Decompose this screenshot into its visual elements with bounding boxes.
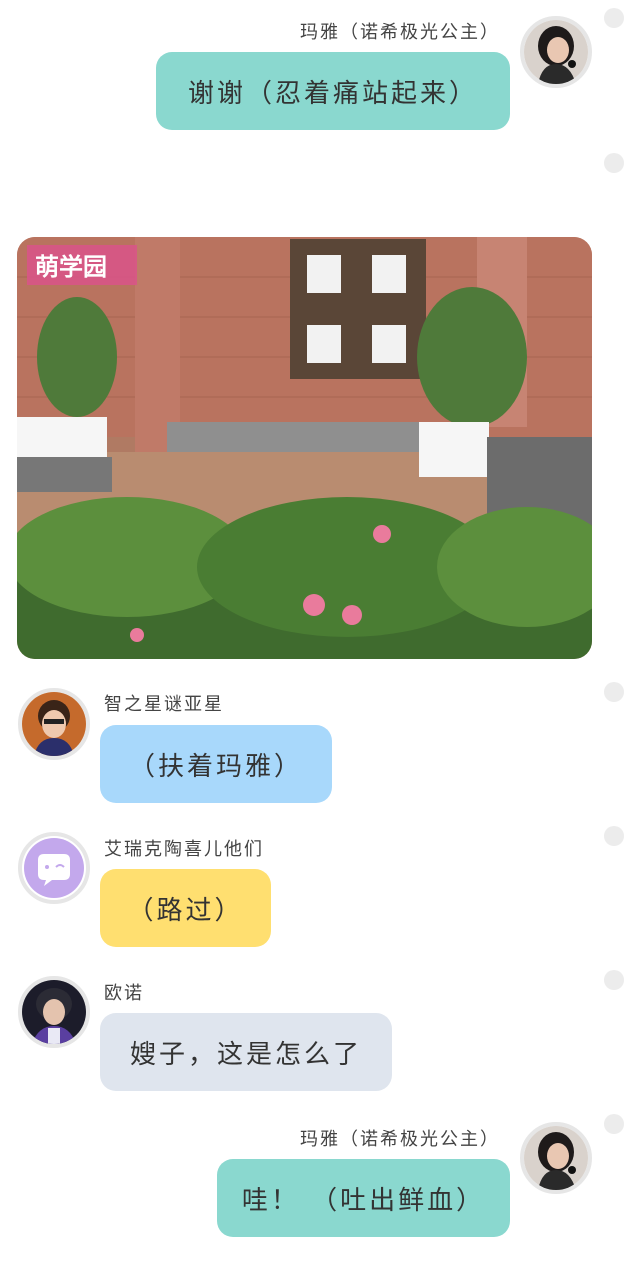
select-dot[interactable] [604,1114,624,1134]
avatar-maya-image [524,1126,588,1190]
avatar-ouno[interactable] [18,976,90,1048]
avatar-miyaxing[interactable] [18,688,90,760]
message-bubble[interactable]: （路过） [100,869,271,947]
sender-name: 艾瑞克陶喜儿他们 [104,839,264,860]
select-dot[interactable] [604,682,624,702]
message-bubble[interactable]: 谢谢（忍着痛站起来） [156,52,510,130]
avatar-maya[interactable] [520,1122,592,1194]
sender-name: 玛雅（诺希极光公主） [300,1129,500,1150]
avatar-placeholder[interactable] [18,832,90,904]
message-bubble[interactable]: 嫂子，这是怎么了 [100,1013,392,1091]
scene-logo: 萌学园 [35,253,107,281]
sender-name: 玛雅（诺希极光公主） [300,22,500,43]
message-bubble[interactable]: 哇！ （吐出鲜血） [217,1159,510,1237]
message-bubble[interactable]: （扶着玛雅） [100,725,332,803]
select-dot[interactable] [604,8,624,28]
avatar-maya[interactable] [520,16,592,88]
sender-name: 欧诺 [104,983,144,1004]
avatar-miyaxing-image [22,692,86,756]
select-dot[interactable] [604,970,624,990]
avatar-ouno-image [22,980,86,1044]
chat-bubble-icon [24,838,84,898]
sender-name: 智之星谜亚星 [104,694,224,715]
scene-photo[interactable]: 萌学园 [17,237,592,659]
scene-photo-image: 萌学园 [17,237,592,659]
select-dot[interactable] [604,826,624,846]
select-dot[interactable] [604,153,624,173]
avatar-maya-image [524,20,588,84]
